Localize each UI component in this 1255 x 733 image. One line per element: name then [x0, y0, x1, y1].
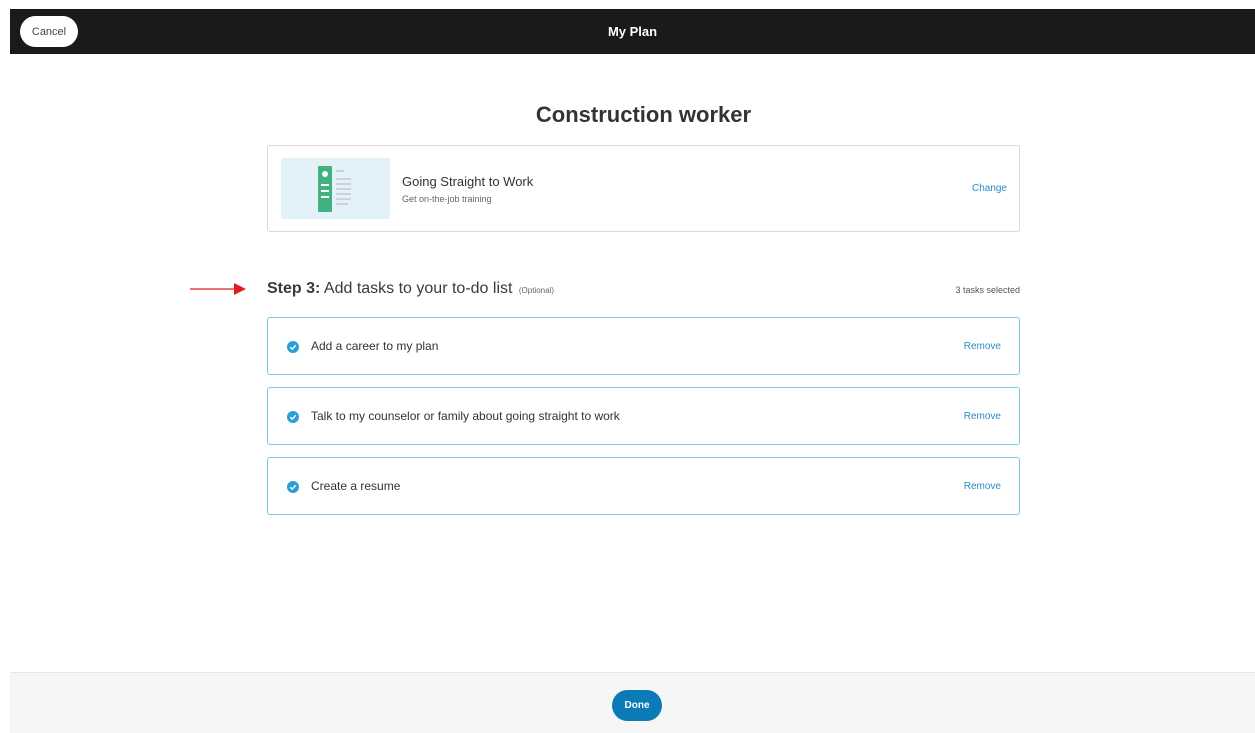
step-title: Add tasks to your to-do list: [323, 280, 513, 297]
task-label: Add a career to my plan: [311, 339, 439, 353]
page: Cancel My Plan Construction worker Going…: [0, 0, 1255, 733]
remove-task-button[interactable]: Remove: [964, 481, 1001, 492]
task-label: Create a resume: [311, 479, 401, 493]
change-pathway-link[interactable]: Change: [972, 183, 1007, 194]
task-label: Talk to my counselor or family about goi…: [311, 409, 620, 423]
task-item[interactable]: Create a resume Remove: [267, 457, 1020, 515]
check-circle-icon: [287, 481, 299, 493]
resume-document-icon: [281, 158, 390, 219]
optional-label: (Optional): [518, 286, 555, 295]
remove-task-button[interactable]: Remove: [964, 411, 1001, 422]
step-number: Step 3:: [267, 280, 321, 297]
cancel-button[interactable]: Cancel: [20, 16, 78, 47]
career-title: Construction worker: [535, 102, 752, 127]
task-item[interactable]: Talk to my counselor or family about goi…: [267, 387, 1020, 445]
footer-bar: Done: [10, 672, 1255, 733]
tasks-selected-count: 3 tasks selected: [955, 285, 1020, 295]
check-circle-icon: [287, 411, 299, 423]
pathway-name: Going Straight to Work: [402, 174, 534, 189]
top-bar: Cancel My Plan: [10, 9, 1255, 54]
remove-task-button[interactable]: Remove: [964, 341, 1001, 352]
pathway-card: Going Straight to Work Get on-the-job tr…: [267, 145, 1020, 232]
page-title: My Plan: [607, 24, 658, 39]
thumb-green-panel: [318, 166, 332, 212]
done-button[interactable]: Done: [612, 690, 662, 721]
annotation-arrow-icon: [190, 283, 246, 295]
step-header: Step 3: Add tasks to your to-do list (Op…: [267, 280, 554, 298]
check-circle-icon: [287, 341, 299, 353]
pathway-subtitle: Get on-the-job training: [402, 194, 492, 204]
task-item[interactable]: Add a career to my plan Remove: [267, 317, 1020, 375]
